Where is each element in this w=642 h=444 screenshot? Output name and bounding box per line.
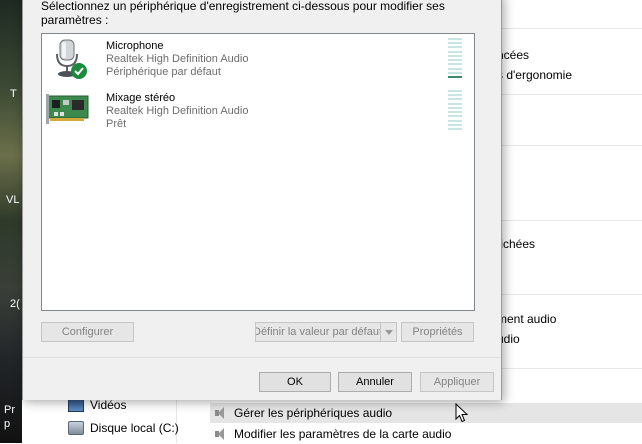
divider	[498, 294, 642, 295]
related-link[interactable]: s d'ergonomie	[497, 68, 572, 82]
sound-card-icon	[46, 94, 89, 124]
divider	[498, 28, 642, 29]
device-name: Microphone	[106, 40, 164, 52]
desktop-label-fragment: VL	[6, 194, 20, 206]
desktop-label-fragment: Pr	[4, 404, 15, 416]
level-meter	[448, 90, 462, 130]
divider	[498, 220, 642, 221]
desktop-label-fragment: p	[4, 418, 11, 430]
default-check-badge	[71, 63, 87, 79]
desktop-background: T VL 2( Pr p	[0, 0, 22, 443]
desktop-label-fragment: 2(	[10, 298, 20, 310]
nav-item-label: Vidéos	[90, 398, 127, 412]
apply-button[interactable]: Appliquer	[420, 372, 494, 392]
ok-button[interactable]: OK	[259, 372, 331, 392]
device-status: Prêt	[106, 118, 127, 130]
divider	[498, 145, 642, 146]
task-label: Gérer les périphériques audio	[234, 406, 393, 420]
device-driver: Realtek High Definition Audio	[106, 53, 249, 65]
task-label: Modifier les paramètres de la carte audi…	[234, 427, 452, 441]
device-driver: Realtek High Definition Audio	[106, 105, 249, 117]
related-link[interactable]: fichées	[497, 237, 535, 251]
microphone-icon	[56, 39, 87, 79]
device-list[interactable]: Microphone Realtek High Definition Audio…	[41, 33, 475, 311]
chevron-down-icon[interactable]	[381, 322, 397, 342]
dialog-instruction: Sélectionnez un périphérique d'enregistr…	[41, 0, 445, 27]
speaker-icon	[214, 427, 228, 441]
device-name: Mixage stéréo	[106, 92, 176, 104]
device-item-stereo-mix[interactable]: Mixage stéréo Realtek High Definition Au…	[46, 88, 466, 132]
divider	[498, 368, 642, 369]
divider	[498, 94, 642, 95]
nav-item-label: Disque local (C:)	[90, 421, 179, 435]
dialog-footer: OK Annuler Appliquer	[23, 357, 501, 400]
device-status: Périphérique par défaut	[106, 66, 221, 78]
speaker-icon	[214, 406, 228, 420]
related-settings-pane	[497, 0, 642, 443]
set-default-split-button[interactable]: Définir la valeur par défaut	[255, 322, 397, 342]
level-meter	[448, 38, 462, 78]
set-default-button[interactable]: Définir la valeur par défaut	[255, 322, 381, 342]
device-item-microphone[interactable]: Microphone Realtek High Definition Audio…	[46, 36, 466, 80]
drive-icon	[68, 421, 84, 435]
video-folder-icon	[68, 398, 84, 412]
mouse-cursor-icon	[455, 403, 469, 423]
desktop-label-fragment: T	[10, 88, 17, 100]
nav-item-local-disk[interactable]: Disque local (C:)	[68, 419, 179, 437]
task-manage-audio-devices[interactable]: Gérer les périphériques audio	[210, 403, 642, 423]
recording-devices-dialog: Sélectionnez un périphérique d'enregistr…	[22, 0, 502, 400]
cancel-button[interactable]: Annuler	[338, 372, 412, 392]
properties-button[interactable]: Propriétés	[401, 322, 474, 342]
related-link[interactable]: ment audio	[497, 312, 556, 326]
configure-button[interactable]: Configurer	[41, 322, 134, 342]
task-sound-card-settings[interactable]: Modifier les paramètres de la carte audi…	[210, 424, 642, 444]
